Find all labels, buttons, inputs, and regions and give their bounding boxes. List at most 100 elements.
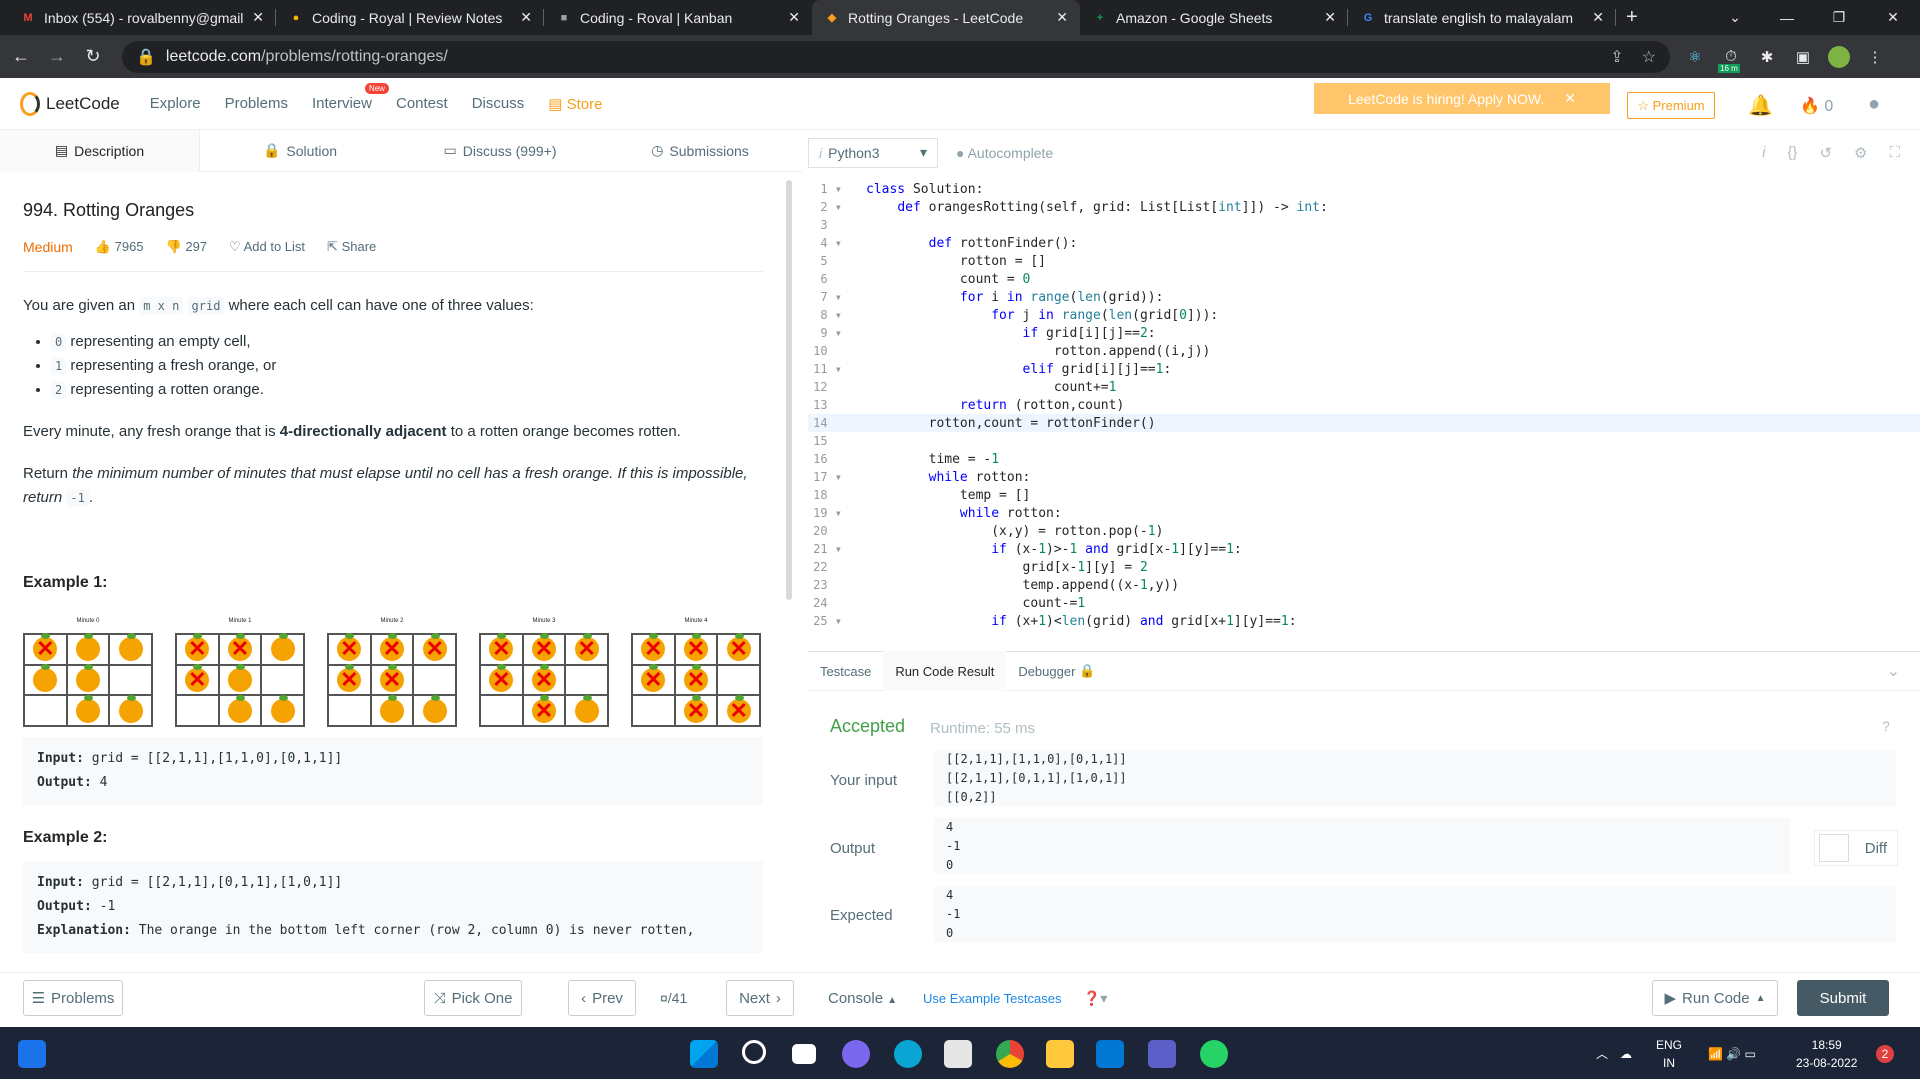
new-tab-button[interactable]: + <box>1626 0 1638 35</box>
code-line[interactable]: 18 temp = [] <box>808 486 1920 504</box>
sidepanel-icon[interactable]: ▣ <box>1792 46 1814 68</box>
code-line[interactable]: 20 (x,y) = rotton.pop(-1) <box>808 522 1920 540</box>
settings-icon[interactable]: ⚙ <box>1854 144 1867 162</box>
help-dropdown-icon[interactable]: ❓▾ <box>1083 990 1107 1007</box>
browser-tab[interactable]: ◆ Rotting Oranges - LeetCode ✕ <box>812 0 1080 35</box>
use-example-testcases-link[interactable]: Use Example Testcases <box>923 991 1062 1006</box>
share-icon[interactable]: ⇪ <box>1610 47 1623 67</box>
timer-extension-icon[interactable]: 16 m ⏱ <box>1718 46 1742 73</box>
browser-tab[interactable]: + Amazon - Google Sheets ✕ <box>1080 0 1348 35</box>
language-indicator[interactable]: ENG IN <box>1656 1036 1682 1072</box>
info-icon[interactable]: i <box>1762 144 1765 162</box>
minimize-icon[interactable]: — <box>1764 0 1810 35</box>
reload-icon[interactable]: ↻ <box>78 46 108 67</box>
tab-description[interactable]: ▤ Description <box>0 129 200 172</box>
run-code-button[interactable]: ▶ Run Code ▲ <box>1652 980 1778 1016</box>
nav-store[interactable]: ▤ Store <box>548 95 602 113</box>
widgets-icon[interactable] <box>18 1040 46 1068</box>
edge-icon[interactable] <box>894 1040 922 1068</box>
react-devtools-icon[interactable]: ⚛ <box>1684 46 1706 68</box>
wifi-volume-battery-icon[interactable]: 📶 🔊 ▭ <box>1708 1045 1756 1063</box>
description-scrollbar[interactable] <box>786 180 792 600</box>
code-line[interactable]: 15 <box>808 432 1920 450</box>
user-avatar-icon[interactable]: ● <box>1868 93 1880 116</box>
leetcode-logo[interactable]: LeetCode <box>20 91 120 116</box>
nav-problems[interactable]: Problems <box>225 95 288 112</box>
code-line[interactable]: 13 return (rotton,count) <box>808 396 1920 414</box>
restore-icon[interactable]: ❐ <box>1816 0 1862 35</box>
tab-search-icon[interactable]: ⌄ <box>1712 0 1758 35</box>
code-line[interactable]: 25 ▾ if (x+1)<len(grid) and grid[x+1][y]… <box>808 612 1920 630</box>
premium-button[interactable]: ☆ Premium <box>1627 92 1715 119</box>
fullscreen-icon[interactable]: ⛶ <box>1889 144 1900 162</box>
code-line[interactable]: 6 count = 0 <box>808 270 1920 288</box>
notification-count-badge[interactable]: 2 <box>1876 1045 1894 1063</box>
code-line[interactable]: 19 ▾ while rotton: <box>808 504 1920 522</box>
code-line[interactable]: 17 ▾ while rotton: <box>808 468 1920 486</box>
browser-tab[interactable]: M Inbox (554) - rovalbenny@gmail ✕ <box>8 0 276 35</box>
language-select[interactable]: i Python3 ▾ <box>808 137 938 168</box>
notification-bell-icon[interactable]: 🔔 <box>1748 93 1773 118</box>
onedrive-icon[interactable]: ☁ <box>1620 1045 1632 1063</box>
menu-kebab-icon[interactable]: ⋮ <box>1864 46 1886 68</box>
nav-interview[interactable]: Interview New <box>312 83 389 112</box>
code-line[interactable]: 2 ▾ def orangesRotting(self, grid: List[… <box>808 198 1920 216</box>
banner-close-icon[interactable]: ✕ <box>1564 90 1576 107</box>
chat-icon[interactable] <box>842 1040 870 1068</box>
code-line[interactable]: 23 temp.append((x-1,y)) <box>808 576 1920 594</box>
profile-avatar[interactable] <box>1828 45 1850 68</box>
close-tab-icon[interactable]: ✕ <box>1324 9 1336 26</box>
tray-chevron-icon[interactable]: ︿ <box>1596 1045 1608 1063</box>
like-button[interactable]: 👍 7965 <box>95 239 144 255</box>
page-indicator[interactable]: ¤/41 <box>660 990 687 1006</box>
close-tab-icon[interactable]: ✕ <box>1056 9 1068 26</box>
help-icon[interactable]: ? <box>1882 718 1890 734</box>
collapse-chevron-icon[interactable]: ⌄ <box>1887 661 1900 681</box>
teams-icon[interactable] <box>1148 1040 1176 1068</box>
task-view-icon[interactable] <box>792 1044 816 1064</box>
reset-icon[interactable]: ↺ <box>1819 144 1832 162</box>
windows-start-icon[interactable] <box>690 1040 718 1068</box>
code-line[interactable]: 24 count-=1 <box>808 594 1920 612</box>
nav-discuss[interactable]: Discuss <box>472 95 525 112</box>
diff-toggle[interactable]: Diff <box>1814 830 1898 866</box>
code-line[interactable]: 10 rotton.append((i,j)) <box>808 342 1920 360</box>
next-button[interactable]: Next › <box>726 980 794 1016</box>
browser-tab[interactable]: ● Coding - Royal | Review Notes ✕ <box>276 0 544 35</box>
forward-icon[interactable]: → <box>42 46 72 67</box>
tab-run-code-result[interactable]: Run Code Result <box>883 651 1007 691</box>
coins-indicator[interactable]: 🔥 0 <box>1800 96 1833 116</box>
code-line[interactable]: 14 rotton,count = rottonFinder() <box>808 414 1920 432</box>
outlook-icon[interactable] <box>1096 1040 1124 1068</box>
code-line[interactable]: 4 ▾ def rottonFinder(): <box>808 234 1920 252</box>
code-line[interactable]: 16 time = -1 <box>808 450 1920 468</box>
code-line[interactable]: 5 rotton = [] <box>808 252 1920 270</box>
pick-one-button[interactable]: ⤨ Pick One <box>424 980 522 1016</box>
back-icon[interactable]: ← <box>6 46 36 67</box>
tab-debugger[interactable]: Debugger 🔒 <box>1006 651 1107 691</box>
code-line[interactable]: 7 ▾ for i in range(len(grid)): <box>808 288 1920 306</box>
tab-solution[interactable]: 🔒 Solution <box>200 130 400 172</box>
console-toggle[interactable]: Console ▲ <box>828 990 897 1007</box>
code-line[interactable]: 9 ▾ if grid[i][j]==2: <box>808 324 1920 342</box>
code-line[interactable]: 12 count+=1 <box>808 378 1920 396</box>
extensions-icon[interactable]: ✱ <box>1756 46 1778 68</box>
code-line[interactable]: 3 <box>808 216 1920 234</box>
url-field[interactable]: 🔒 leetcode.com/problems/rotting-oranges/… <box>122 40 1670 73</box>
clock[interactable]: 18:59 23-08-2022 <box>1796 1036 1857 1072</box>
code-line[interactable]: 22 grid[x-1][y] = 2 <box>808 558 1920 576</box>
hiring-banner[interactable]: LeetCode is hiring! Apply NOW. ✕ <box>1314 83 1610 114</box>
code-line[interactable]: 1 ▾ class Solution: <box>808 180 1920 198</box>
nav-contest[interactable]: Contest <box>396 95 448 112</box>
nav-explore[interactable]: Explore <box>150 95 201 112</box>
close-tab-icon[interactable]: ✕ <box>1592 9 1604 26</box>
code-line[interactable]: 8 ▾ for j in range(len(grid[0])): <box>808 306 1920 324</box>
code-line[interactable]: 21 ▾ if (x-1)>-1 and grid[x-1][y]==1: <box>808 540 1920 558</box>
code-line[interactable]: 11 ▾ elif grid[i][j]==1: <box>808 360 1920 378</box>
tab-testcase[interactable]: Testcase <box>808 651 883 691</box>
browser-tab[interactable]: ■ Coding - Roval | Kanban ✕ <box>544 0 812 35</box>
close-tab-icon[interactable]: ✕ <box>788 9 800 26</box>
search-icon[interactable] <box>742 1040 766 1064</box>
whatsapp-icon[interactable] <box>1200 1040 1228 1068</box>
code-editor[interactable]: 1 ▾ class Solution: 2 ▾ def orangesRotting… <box>808 180 1920 650</box>
